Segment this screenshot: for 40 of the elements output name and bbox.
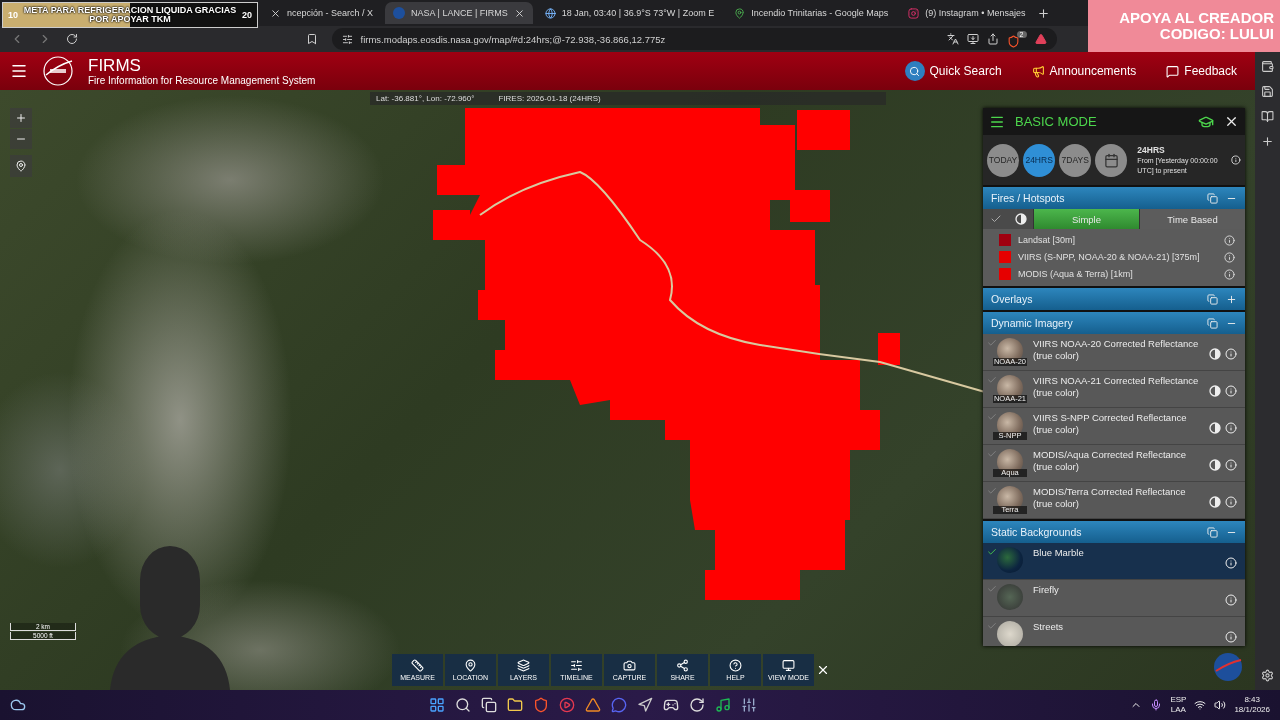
range-title: 24HRS xyxy=(1137,145,1166,156)
browser-tab[interactable]: ncepción - Search / X xyxy=(262,2,382,24)
layer-name: MODIS/Terra Corrected Reflectance (true color) xyxy=(1033,486,1187,510)
layer-row[interactable]: Streets xyxy=(983,617,1245,646)
banner-text: APOYA AL CREADOR xyxy=(1119,9,1274,26)
section-header[interactable]: Dynamic Imagery xyxy=(983,310,1245,334)
header-link[interactable]: Feedback xyxy=(1158,64,1245,78)
time-range-button[interactable]: 24HRS xyxy=(1023,143,1056,177)
time-range-button[interactable]: TODAY xyxy=(987,143,1020,177)
legend-label: Landsat [30m] xyxy=(1018,235,1077,245)
layer-name: MODIS/Aqua Corrected Reflectance (true color) xyxy=(1033,449,1188,473)
section-header[interactable]: Fires / Hotspots xyxy=(983,185,1245,209)
legend-label: VIIRS (S-NPP, NOAA-20 & NOAA-21) [375m] xyxy=(1018,252,1201,262)
browser-tab[interactable]: 18 Jan, 03:40 | 36.9°S 73°W | Zoom E xyxy=(536,2,723,24)
language-indicator[interactable]: ESP LAA xyxy=(1170,695,1187,715)
layer-name: VIIRS NOAA-20 Corrected Reflectance (true color) xyxy=(1033,338,1200,362)
layer-name: Streets xyxy=(1033,621,1065,633)
layer-name: VIIRS S-NPP Corrected Reflectance (true color) xyxy=(1033,412,1188,436)
section-header[interactable]: Overlays xyxy=(983,286,1245,310)
fires-date-text: FIRES: 2026-01-18 (24HRS) xyxy=(498,94,601,103)
legend-label: MODIS (Aqua & Terra) [1km] xyxy=(1018,269,1134,279)
browser-tab[interactable]: Incendio Trinitarias - Google Maps xyxy=(726,2,897,24)
browser-tab[interactable]: (9) Instagram • Mensajes xyxy=(900,2,1034,24)
app-subtitle: Fire Information for Resource Management System xyxy=(88,75,316,86)
coordinates-text: Lat: -36.881°, Lon: -72.960° xyxy=(376,94,475,103)
mode-tab[interactable]: Time Based xyxy=(1139,209,1245,229)
layer-row[interactable]: Firefly xyxy=(983,580,1245,617)
layer-name: VIIRS NOAA-21 Corrected Reflectance (true color) xyxy=(1033,375,1200,399)
banner-text: CODIGO: LULUI xyxy=(1159,26,1274,43)
layer-name: Firefly xyxy=(1033,584,1060,596)
panel-title: BASIC MODE xyxy=(1015,114,1098,129)
clock[interactable]: 8:43 18/1/2026 xyxy=(1234,695,1270,715)
app-title: FIRMS xyxy=(88,56,142,74)
header-link[interactable]: Quick Search xyxy=(896,61,1010,81)
header-link[interactable]: Announcements xyxy=(1023,64,1145,78)
section-header[interactable]: Static Backgrounds xyxy=(983,519,1245,543)
layer-name: Blue Marble xyxy=(1033,547,1085,559)
browser-tab[interactable]: NASA | LANCE | FIRMS xyxy=(385,2,533,24)
layer-row[interactable]: Blue Marble xyxy=(983,543,1245,580)
time-range-button[interactable]: 7DAYS xyxy=(1059,143,1092,177)
